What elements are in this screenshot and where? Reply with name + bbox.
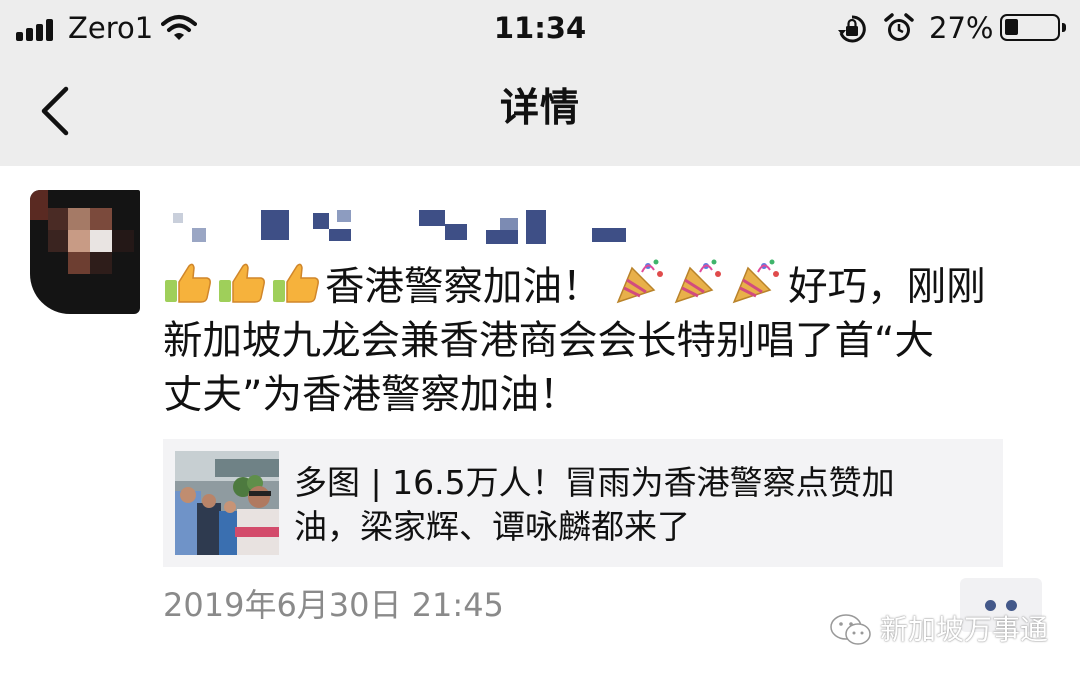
post-text: 香港警察加油！ 好巧，刚刚 新加坡九龙会兼香港商会会长特别唱了首“大 丈夫”为香… xyxy=(163,258,1068,422)
post-timestamp: 2019年6月30日 21:45 xyxy=(163,586,504,624)
party-popper-icon xyxy=(674,259,722,304)
thumbs-up-icon xyxy=(165,263,211,303)
thumbs-up-icon xyxy=(273,263,319,303)
shared-article-card[interactable]: 多图 | 16.5万人！冒雨为香港警察点赞加 油，梁家辉、谭咏麟都来了 xyxy=(163,439,1003,567)
orientation-lock-icon xyxy=(838,15,866,43)
party-popper-icon xyxy=(732,259,780,304)
party-popper-icon xyxy=(616,259,664,304)
page-title: 详情 xyxy=(499,86,580,131)
status-time: 11:34 xyxy=(493,11,587,45)
post-line-b: 好巧，刚刚 xyxy=(788,264,986,310)
article-title: 多图 | 16.5万人！冒雨为香港警察点赞加 油，梁家辉、谭咏麟都来了 xyxy=(294,463,895,546)
avatar[interactable] xyxy=(30,190,140,314)
post-line-d: 丈夫”为香港警察加油！ xyxy=(163,372,579,418)
top-bar: Zero1 11:34 27% 详情 xyxy=(0,0,1080,166)
battery-icon xyxy=(1000,14,1066,41)
thumbs-up-icon xyxy=(219,263,265,303)
alarm-icon xyxy=(884,13,914,41)
watermark: 新加坡万事通 xyxy=(830,612,1048,648)
status-bar: Zero1 11:34 27% xyxy=(0,0,1080,58)
post-line-c: 新加坡九龙会兼香港商会会长特别唱了首“大 xyxy=(163,318,934,364)
battery-percent: 27% xyxy=(929,11,994,45)
wechat-icon xyxy=(830,614,871,645)
watermark-text: 新加坡万事通 xyxy=(879,613,1048,646)
article-thumbnail xyxy=(175,451,279,555)
post-line-a: 香港警察加油！ xyxy=(325,264,602,310)
